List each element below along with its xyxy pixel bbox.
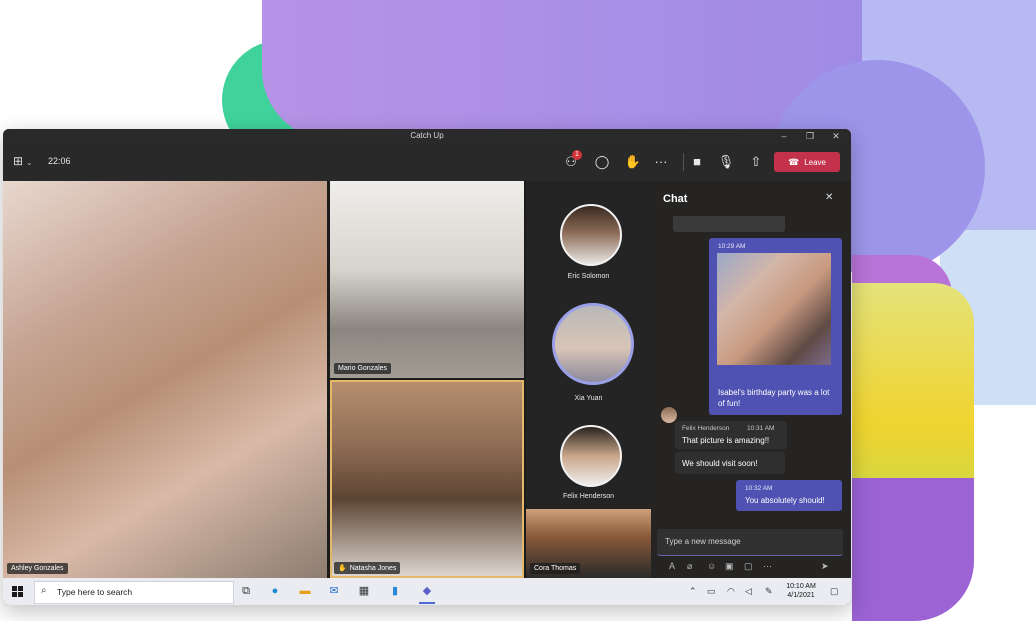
avatar[interactable] xyxy=(560,425,622,487)
camera-icon: ■ xyxy=(693,154,701,169)
clock-date: 4/1/2021 xyxy=(787,592,815,599)
participants-button[interactable]: ⚇ 1 xyxy=(561,150,582,172)
edge-icon[interactable]: ● xyxy=(267,583,283,599)
participant-name-tag: ✋ Natasha Jones xyxy=(334,562,401,574)
more-icon[interactable]: ··· xyxy=(763,561,772,571)
more-actions-button[interactable]: ··· xyxy=(651,152,671,172)
notifications-icon[interactable]: ▢ xyxy=(830,586,839,597)
volume-icon[interactable]: ◁ xyxy=(745,586,752,597)
attach-icon[interactable]: ⌀ xyxy=(687,561,692,572)
file-explorer-icon[interactable]: ▬ xyxy=(297,583,313,599)
message-time: 10:32 AM xyxy=(745,485,773,492)
chat-button[interactable]: ◯ xyxy=(592,152,612,172)
message-bubble-own: 10:29 AM Isabel's birthday party was a l… xyxy=(709,238,842,415)
word-icon[interactable]: ▮ xyxy=(387,583,403,599)
chevron-up-icon[interactable]: ⌃ xyxy=(689,586,697,597)
grid-icon: ⊞ xyxy=(13,154,24,168)
message-text: That picture is amazing!! xyxy=(682,436,770,445)
participant-name-tag: Cora Thomas xyxy=(530,563,581,574)
message-text: We should visit soon! xyxy=(682,459,758,468)
avatar[interactable] xyxy=(552,303,634,385)
message-bubble-own: 10:32 AM You absolutely should! xyxy=(736,480,842,511)
message-time: 10:29 AM xyxy=(718,243,746,250)
participant-name: Eric Solomon xyxy=(567,273,610,280)
teams-meeting-window: Catch Up – ❐ ✕ ⊞ ⌄ 22:06 ⚇ 1 ◯ ✋ ··· ■ 🎙… xyxy=(3,129,851,605)
participant-name: Natasha Jones xyxy=(349,565,397,572)
close-icon: ✕ xyxy=(825,192,834,203)
message-bubble: We should visit soon! xyxy=(675,452,785,474)
message-bubble xyxy=(673,216,785,232)
hand-icon: ✋ xyxy=(624,154,642,169)
format-icon[interactable]: A xyxy=(669,561,675,571)
camera-button[interactable]: ■ xyxy=(687,152,707,172)
sticker-icon[interactable]: ▢ xyxy=(744,561,753,572)
share-icon: ⇧ xyxy=(750,154,762,169)
message-sender: Felix Henderson xyxy=(682,425,730,432)
clock-time: 10:10 AM xyxy=(786,583,816,590)
compose-toolbar: A ⌀ ☺ ▣ ▢ ··· ➤ xyxy=(651,559,851,577)
message-text: Isabel's birthday party was a lot of fun… xyxy=(718,388,830,408)
shared-photo[interactable] xyxy=(717,253,831,365)
emoji-icon[interactable]: ☺ xyxy=(707,561,716,571)
search-placeholder: Type here to search xyxy=(57,587,133,597)
hang-up-icon: ☎ xyxy=(787,157,800,167)
raise-hand-button[interactable]: ✋ xyxy=(623,152,643,172)
meeting-toolbar: ⊞ ⌄ 22:06 ⚇ 1 ◯ ✋ ··· ■ 🎙 ⇧ ☎ Leave xyxy=(3,143,851,181)
participant-strip: Eric Solomon Xia Yuan Felix Henderson xyxy=(526,181,651,509)
message-compose-box[interactable]: Type a new message xyxy=(657,529,843,556)
chat-bubble-icon: ◯ xyxy=(594,154,610,169)
divider xyxy=(683,153,684,171)
participant-name-tag: Mario Gonzales xyxy=(334,363,392,374)
avatar xyxy=(661,407,677,423)
share-screen-button[interactable]: ⇧ xyxy=(746,152,766,172)
chat-title: Chat xyxy=(663,193,688,205)
message-text: You absolutely should! xyxy=(745,496,825,505)
microphone-icon: 🎙 xyxy=(717,154,735,169)
title-bar: Catch Up – ❐ ✕ xyxy=(3,129,851,143)
close-window-button[interactable]: ✕ xyxy=(829,130,843,142)
task-view-icon[interactable]: ⧉ xyxy=(238,583,254,599)
compose-placeholder: Type a new message xyxy=(665,537,741,546)
meeting-timer: 22:06 xyxy=(48,156,71,166)
store-icon[interactable]: ▦ xyxy=(356,583,372,599)
maximize-button[interactable]: ❐ xyxy=(803,130,817,142)
battery-icon[interactable]: ▭ xyxy=(707,586,716,597)
video-tile-active-speaker[interactable]: ✋ Natasha Jones xyxy=(330,380,524,578)
window-title: Catch Up xyxy=(410,131,444,140)
leave-button[interactable]: ☎ Leave xyxy=(774,152,840,172)
participant-name-tag: Ashley Gonzales xyxy=(7,563,68,574)
message-time: 10:31 AM xyxy=(747,425,775,432)
participants-badge: 1 xyxy=(572,150,582,160)
layout-menu-button[interactable]: ⊞ ⌄ xyxy=(13,154,41,170)
send-icon[interactable]: ➤ xyxy=(821,561,829,572)
minimize-button[interactable]: – xyxy=(777,130,791,142)
taskbar-clock[interactable]: 10:10 AM 4/1/2021 xyxy=(781,582,821,600)
chat-panel: Chat ✕ 10:29 AM Isabel's birthday party … xyxy=(651,181,851,578)
video-tile[interactable]: Cora Thomas xyxy=(526,509,651,578)
windows-taskbar: ⌕ Type here to search ⧉ ● ▬ ✉ ▦ ▮ ◆ ⌃ ▭ … xyxy=(3,578,851,605)
background-shape xyxy=(262,0,862,140)
search-icon: ⌕ xyxy=(41,585,47,596)
video-tile-main[interactable]: Ashley Gonzales xyxy=(3,181,327,578)
raised-hand-icon: ✋ xyxy=(338,565,347,572)
chevron-down-icon: ⌄ xyxy=(26,160,33,167)
mail-icon[interactable]: ✉ xyxy=(326,583,342,599)
avatar[interactable] xyxy=(560,204,622,266)
wifi-icon[interactable]: ◠ xyxy=(727,586,735,597)
background-shape xyxy=(852,478,974,621)
leave-label: Leave xyxy=(804,158,826,167)
message-bubble: Felix Henderson 10:31 AM That picture is… xyxy=(675,421,787,449)
taskbar-search[interactable]: ⌕ Type here to search xyxy=(34,581,234,604)
teams-icon[interactable]: ◆ xyxy=(419,583,435,599)
gif-icon[interactable]: ▣ xyxy=(725,561,734,572)
participant-name: Xia Yuan xyxy=(574,395,603,402)
pen-icon[interactable]: ✎ xyxy=(765,586,773,597)
video-tile[interactable]: Mario Gonzales xyxy=(330,181,524,378)
more-icon: ··· xyxy=(654,154,668,169)
close-chat-button[interactable]: ✕ xyxy=(825,192,833,203)
mic-button[interactable]: 🎙 xyxy=(716,152,736,172)
active-app-indicator xyxy=(419,602,435,604)
start-button[interactable] xyxy=(12,586,23,597)
participant-name: Felix Henderson xyxy=(563,493,614,500)
